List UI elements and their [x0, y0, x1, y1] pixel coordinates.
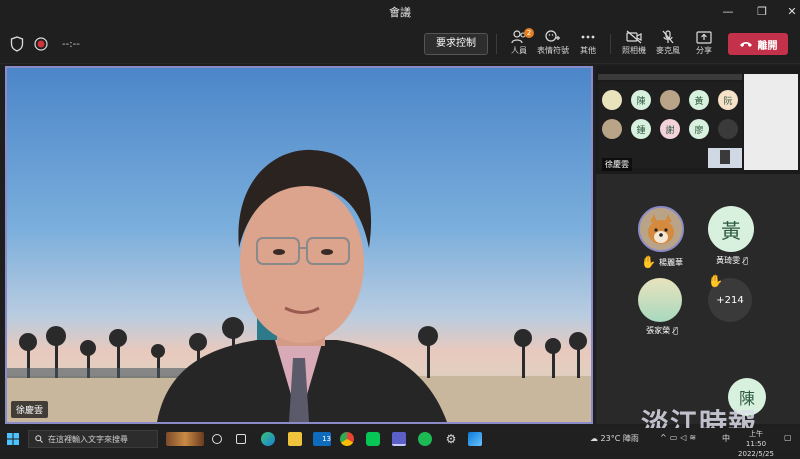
participant-tile[interactable]: 張家榮 🎙̸ — [638, 278, 686, 336]
meeting-toolbar: --:-- 要求控制 2 人員 表情符號 其他 照相機 麥克風 分享 離開 — [0, 24, 800, 64]
taskbar-search[interactable]: 在這裡輸入文字來搜尋 — [28, 430, 158, 448]
title-bar: 會議 — ❐ ✕ — [0, 0, 800, 24]
chevron-up-icon: ^ — [660, 433, 670, 442]
raised-hand-icon: ✋ — [641, 255, 656, 269]
wifi-icon: ≋ — [689, 433, 700, 442]
participant-name: 張家榮 — [646, 326, 671, 335]
shield-icon — [10, 36, 24, 52]
dog-photo-icon — [640, 208, 682, 250]
thumb-avatar: 鍾 — [631, 119, 651, 139]
photos-icon[interactable] — [468, 432, 482, 446]
thumb-avatar: 阮 — [718, 90, 738, 110]
window-title: 會議 — [389, 6, 411, 19]
participant-avatar — [638, 278, 682, 322]
toolbar-divider — [610, 34, 611, 54]
speaker-video-image — [7, 149, 591, 422]
search-placeholder: 在這裡輸入文字來搜尋 — [48, 434, 128, 444]
participant-avatar — [638, 206, 684, 252]
reactions-icon — [545, 30, 560, 42]
thumb-avatar — [602, 90, 622, 110]
leave-button[interactable]: 離開 — [728, 33, 788, 55]
line-icon[interactable] — [366, 432, 380, 446]
thumb-avatar: 黃 — [689, 90, 709, 110]
recording-icon — [34, 37, 48, 51]
restore-button[interactable]: ❐ — [752, 2, 772, 22]
hang-up-icon — [739, 42, 752, 47]
weather-text: 23°C 陣雨 — [600, 434, 639, 443]
more-label: 其他 — [580, 46, 596, 55]
task-view-icon[interactable] — [212, 434, 222, 444]
request-control-button[interactable]: 要求控制 — [424, 33, 488, 55]
raised-hand-icon: ✋ — [708, 274, 723, 288]
participant-avatar: 黃 — [708, 206, 754, 252]
presenter-name: 徐慶雲 — [602, 158, 632, 171]
system-clock[interactable]: 上午 11:50 2022/5/25 — [738, 429, 774, 459]
input-language[interactable]: 中 — [722, 433, 730, 444]
participant-initial: 黃 — [721, 218, 741, 243]
camera-off-icon — [626, 30, 642, 44]
widgets-icon[interactable] — [236, 434, 246, 444]
weather-widget[interactable]: ☁ 23°C 陣雨 — [590, 433, 639, 444]
clock-time: 上午 11:50 — [745, 430, 767, 448]
thumb-avatar — [602, 119, 622, 139]
more-options-button[interactable]: 其他 — [567, 30, 609, 62]
mic-off-icon — [662, 30, 674, 44]
participant-tile[interactable]: 黃 黃琦雯 🎙̸ — [708, 206, 756, 266]
mail-icon[interactable]: 13 — [313, 432, 331, 446]
mail-count: 13 — [322, 435, 331, 443]
windows-taskbar: 在這裡輸入文字來搜尋 13 ⚙ ☁ 23°C 陣雨 ^▭◁≋ 中 上午 11:5… — [0, 428, 800, 458]
mic-muted-icon: 🎙̸ — [673, 326, 678, 335]
meeting-timer: --:-- — [62, 38, 80, 50]
leave-label: 離開 — [757, 40, 778, 52]
speaker-name-tag: 徐慶雲 — [11, 401, 49, 418]
thumb-avatar — [660, 90, 680, 110]
toolbar-divider — [496, 34, 497, 54]
participants-panel: 徐慶雲 陳黃阮鍾謝廖 ✋ 楊麗華 黃 黃琦雯 🎙̸ 張家榮 🎙̸ ✋ +214 陳 — [596, 66, 800, 424]
main-video-stage[interactable]: 徐慶雲 — [5, 66, 593, 424]
thumb-avatar: 廖 — [689, 119, 709, 139]
participant-name: 楊麗華 — [658, 257, 683, 267]
windows-start-icon[interactable] — [7, 433, 19, 445]
tray-icons[interactable]: ^▭◁≋ — [660, 433, 699, 442]
edge-icon[interactable] — [261, 432, 275, 446]
meeting-status: --:-- — [10, 34, 80, 54]
cloud-icon: ☁ — [590, 434, 598, 443]
clock-date: 2022/5/25 — [738, 450, 774, 458]
overflow-participants[interactable]: ✋ +214 — [708, 274, 756, 322]
thumb-avatar: 謝 — [660, 119, 680, 139]
thumb-avatar: 陳 — [631, 90, 651, 110]
share-label: 分享 — [696, 46, 712, 55]
search-icon — [35, 435, 43, 443]
teams-icon[interactable] — [392, 432, 406, 446]
participant-tile[interactable]: ✋ 楊麗華 — [638, 206, 686, 269]
file-explorer-icon[interactable] — [288, 432, 302, 446]
chrome-icon[interactable] — [340, 432, 354, 446]
thumb-avatar — [718, 119, 738, 139]
spotify-icon[interactable] — [418, 432, 432, 446]
minimize-button[interactable]: — — [718, 2, 738, 22]
mic-muted-icon: 🎙̸ — [743, 256, 748, 265]
settings-gear-icon[interactable]: ⚙ — [444, 432, 458, 446]
share-icon — [696, 31, 712, 44]
close-window-button[interactable]: ✕ — [782, 2, 800, 22]
more-icon — [581, 35, 595, 39]
network-icon: ▭ — [669, 433, 681, 442]
notification-icon[interactable]: ▢ — [784, 433, 792, 442]
shared-screen-thumbnail[interactable]: 徐慶雲 陳 黃阮鍾謝廖 — [596, 66, 800, 174]
share-button[interactable]: 分享 — [683, 30, 725, 62]
participant-name: 黃琦雯 — [716, 256, 741, 265]
taskbar-banner-image — [166, 432, 204, 446]
